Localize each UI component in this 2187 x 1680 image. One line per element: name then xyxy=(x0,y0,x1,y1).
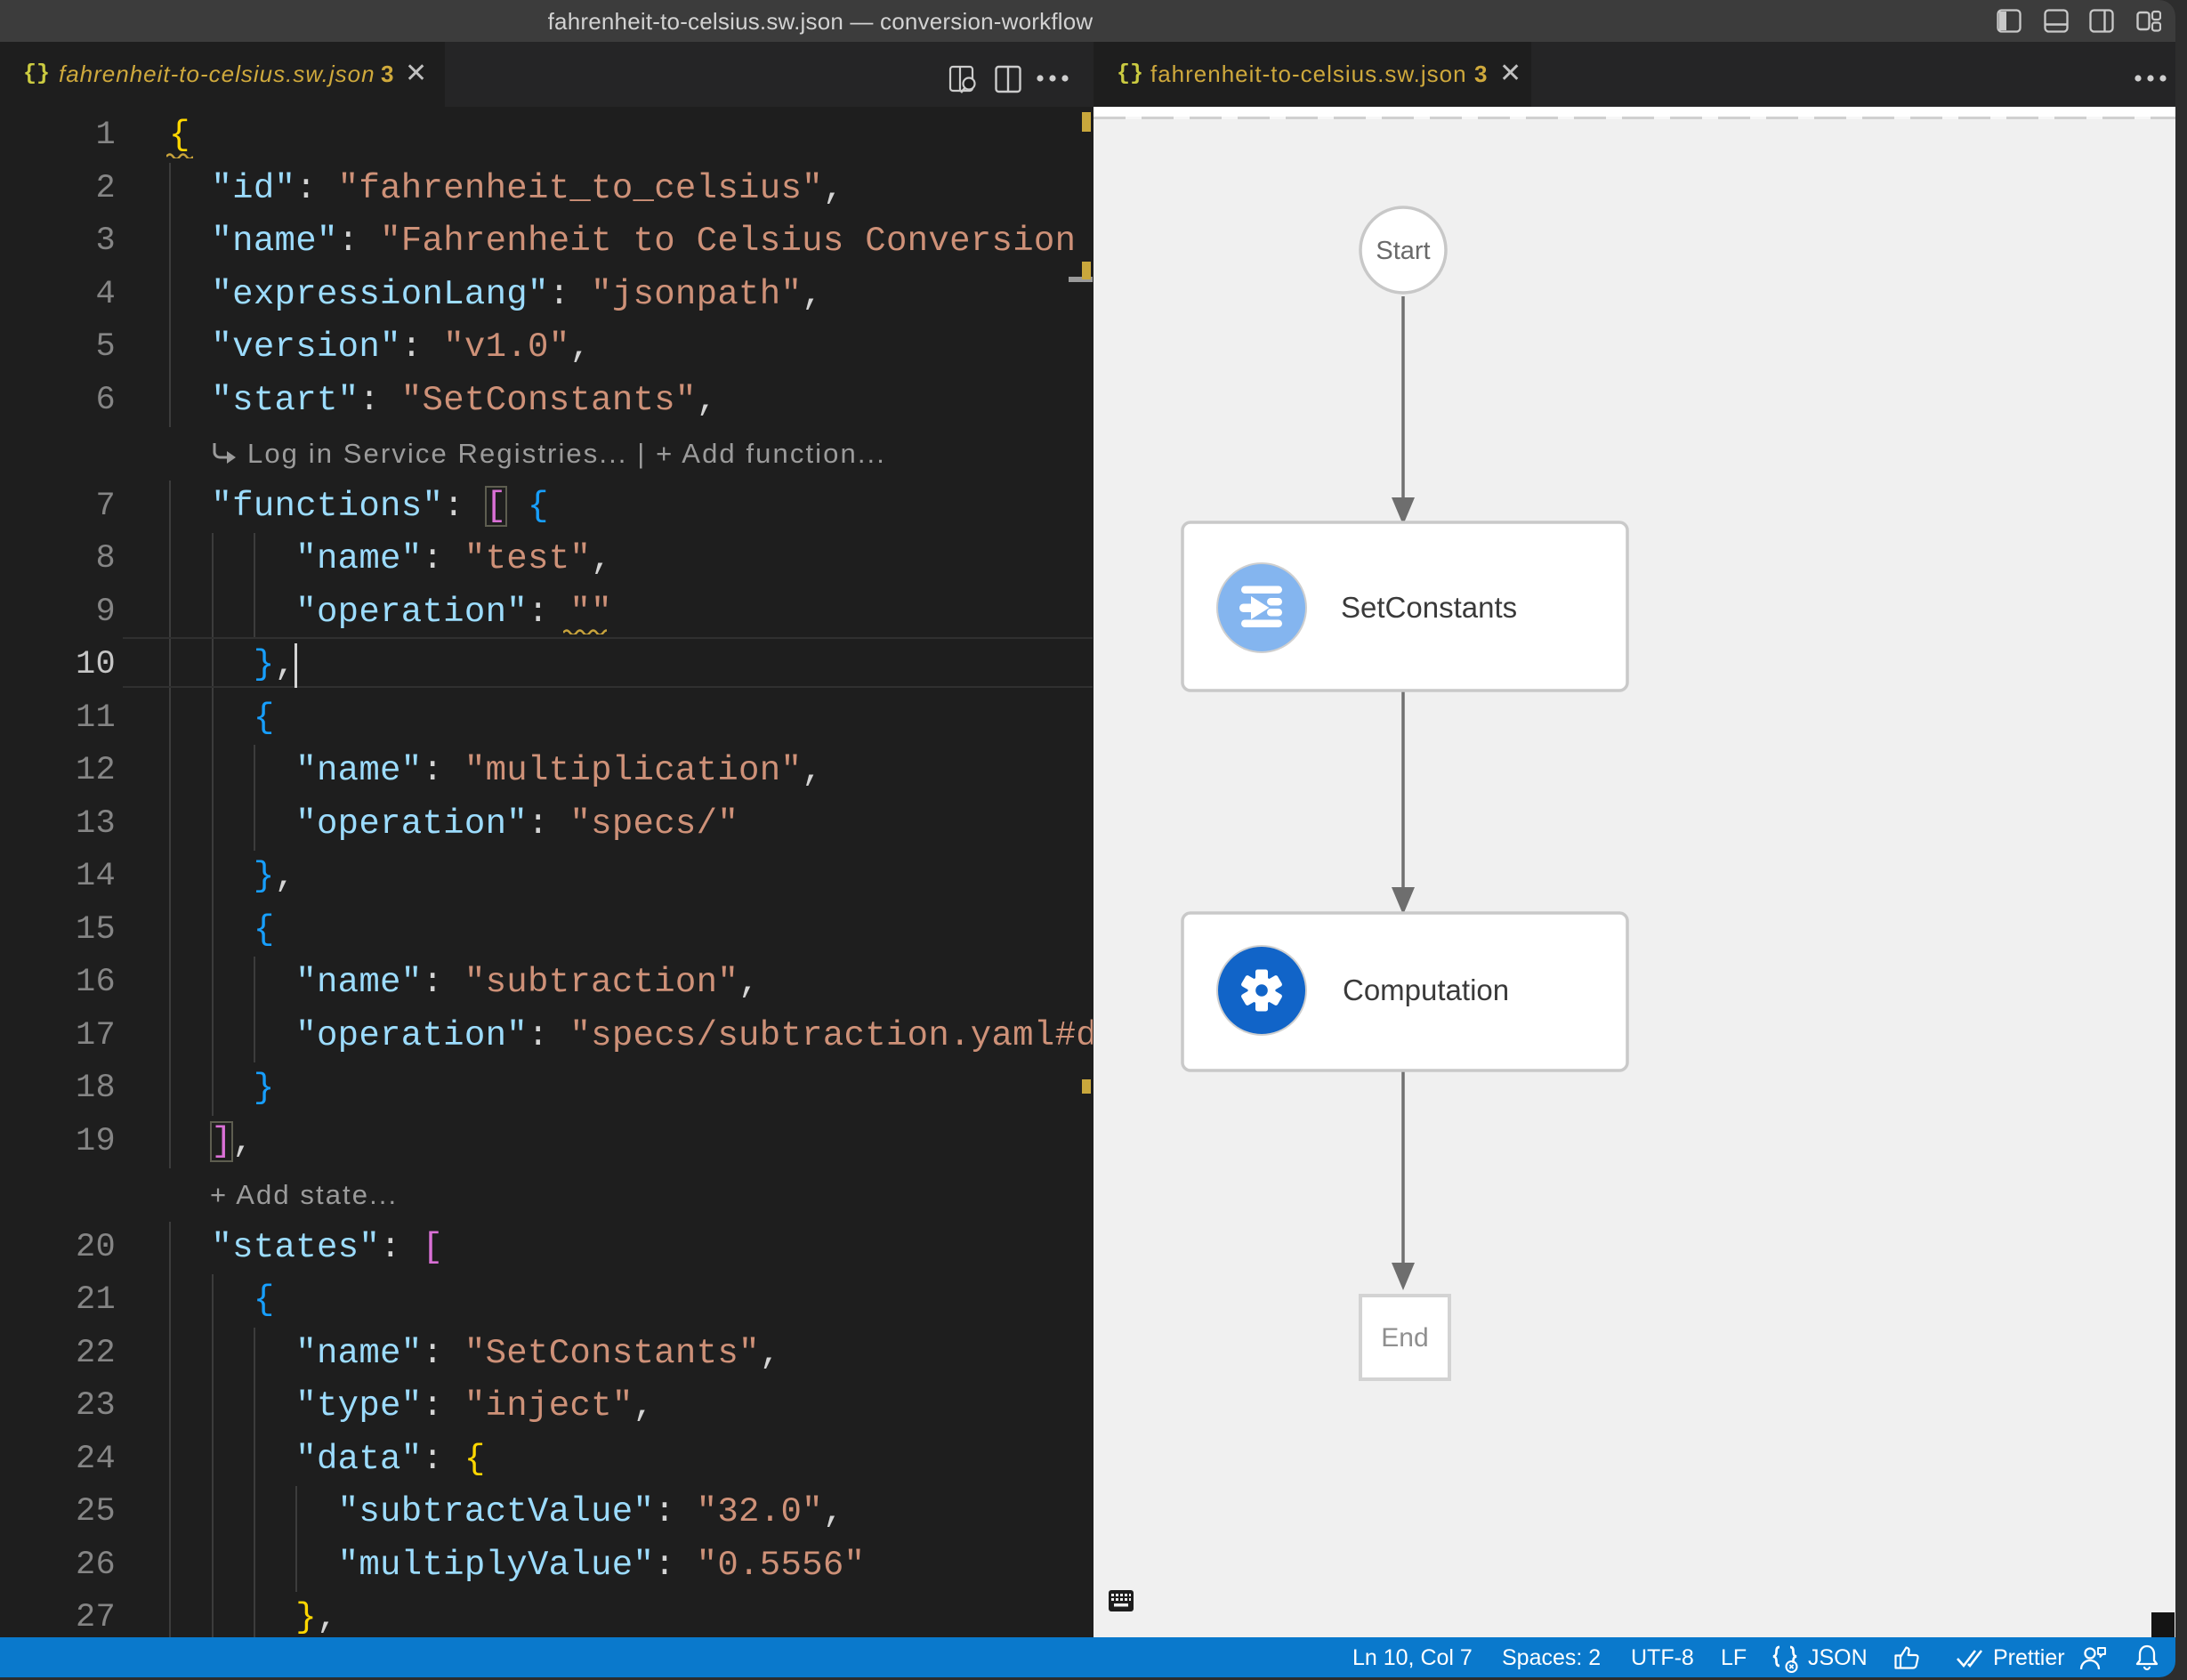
svg-text:End: End xyxy=(1381,1323,1428,1353)
svg-text:SetConstants: SetConstants xyxy=(1341,591,1517,624)
svg-text:Start: Start xyxy=(1376,237,1430,265)
svg-text:Computation: Computation xyxy=(1343,973,1509,1006)
